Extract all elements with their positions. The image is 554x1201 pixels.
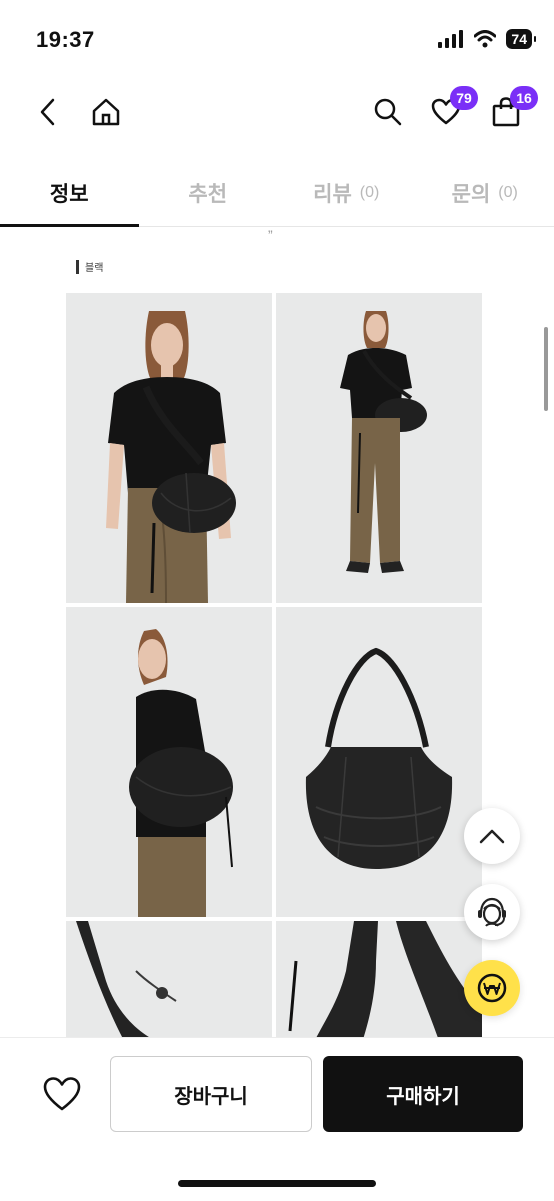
won-coin-icon	[476, 972, 508, 1004]
tab-count: (0)	[360, 184, 380, 202]
status-icons: 74	[438, 29, 532, 49]
status-bar: 19:37 74	[0, 0, 554, 80]
color-label: 블랙	[76, 259, 103, 274]
purchase-bar: 장바구니 구매하기	[0, 1037, 554, 1201]
product-photo-model-full[interactable]	[276, 293, 482, 603]
product-tabs: 정보 추천 리뷰 (0) 문의 (0)	[0, 160, 554, 227]
back-button[interactable]	[26, 90, 70, 134]
home-button[interactable]	[84, 90, 128, 134]
wishlist-toggle-button[interactable]	[36, 1068, 88, 1120]
search-icon	[373, 97, 403, 127]
cart-button[interactable]: 16	[484, 90, 528, 134]
tab-reviews[interactable]: 리뷰 (0)	[277, 160, 416, 226]
home-indicator	[178, 1180, 376, 1187]
buy-now-button[interactable]: 구매하기	[323, 1056, 523, 1132]
quote-mark: ”	[268, 227, 273, 243]
wifi-icon	[474, 30, 496, 48]
label-bar	[76, 260, 79, 274]
tab-inquiry[interactable]: 문의 (0)	[416, 160, 554, 226]
tab-label: 추천	[188, 178, 227, 208]
product-photo-model-front[interactable]	[66, 293, 272, 603]
product-photo-detail-1[interactable]	[66, 921, 272, 1037]
wishlist-button[interactable]: 79	[424, 90, 468, 134]
tab-info[interactable]: 정보	[0, 160, 139, 226]
tab-recommend[interactable]: 추천	[139, 160, 278, 226]
product-photo-model-side[interactable]	[66, 607, 272, 917]
scroll-top-icon	[479, 828, 505, 844]
product-photo-bag[interactable]	[276, 607, 482, 917]
tab-count: (0)	[498, 184, 518, 202]
tab-label: 문의	[452, 178, 491, 208]
cart-count-badge: 16	[510, 86, 538, 110]
wishlist-count-badge: 79	[450, 86, 478, 110]
back-icon	[38, 97, 58, 127]
scroll-top-button[interactable]	[464, 808, 520, 864]
top-nav: 79 16	[0, 80, 554, 146]
tab-label: 리뷰	[313, 178, 352, 208]
product-photo-detail-2[interactable]	[276, 921, 482, 1037]
tab-label: 정보	[50, 178, 89, 208]
add-to-cart-button[interactable]: 장바구니	[110, 1056, 312, 1132]
chat-support-button[interactable]	[464, 884, 520, 940]
battery-indicator: 74	[506, 29, 532, 49]
heart-icon	[42, 1076, 82, 1112]
won-coin-button[interactable]	[464, 960, 520, 1016]
home-icon	[91, 98, 121, 126]
search-button[interactable]	[366, 90, 410, 134]
chat-support-icon	[475, 895, 509, 929]
signal-icon	[438, 30, 464, 48]
color-label-text: 블랙	[85, 259, 103, 274]
scrollbar-thumb[interactable]	[544, 327, 548, 411]
status-time: 19:37	[36, 27, 95, 53]
